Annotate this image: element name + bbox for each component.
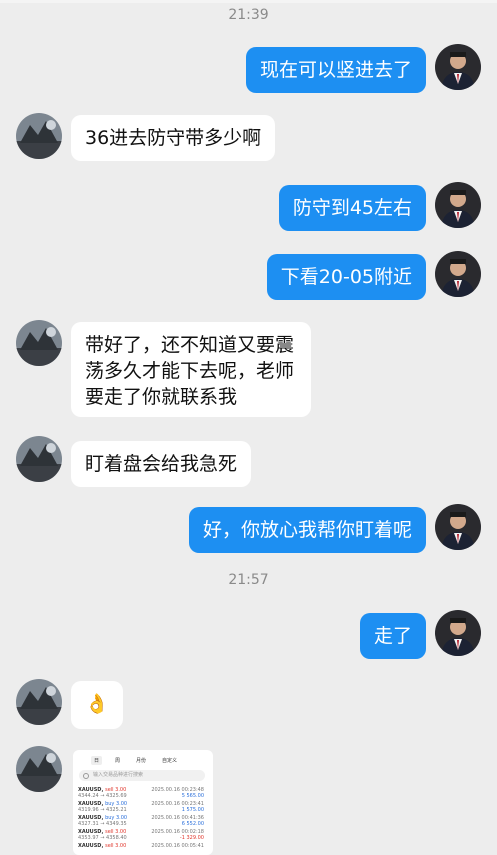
trade-profit: 6 552.00	[181, 821, 204, 827]
trade-row: XAUUSD, sell 3.00 4353.97 → 4358.40 2025…	[78, 829, 208, 843]
trade-date: 2025.00.16 00:05:41	[151, 843, 204, 849]
tab-custom: 自定义	[162, 758, 178, 764]
trade-symbol: XAUUSD,	[78, 843, 104, 849]
contact-avatar[interactable]	[16, 746, 62, 792]
trade-row: XAUUSD, sell 3.00 2025.00.16 00:05:41	[78, 843, 208, 855]
contact-avatar[interactable]	[16, 679, 62, 725]
outgoing-message-bubble[interactable]: 好，你放心我帮你盯着呢	[188, 507, 426, 553]
trade-profit: -1 329.00	[179, 835, 204, 841]
trade-history-screenshot[interactable]: 日 周 月份 自定义 输入交易品种进行搜索 XAUUSD, sell 3.00 …	[73, 750, 213, 855]
incoming-message-bubble[interactable]: 盯着盘会给我急死	[71, 441, 252, 487]
search-bar: 输入交易品种进行搜索	[79, 770, 205, 781]
trade-prices: 4344.24 → 4325.69	[78, 793, 127, 799]
trade-row: XAUUSD, buy 3.00 4319.96 → 4325.21 2025.…	[78, 801, 208, 815]
search-placeholder: 输入交易品种进行搜索	[93, 772, 144, 778]
incoming-message-bubble[interactable]: 带好了，还不知道又要震 荡多久才能下去呢，老师 要走了你就联系我	[71, 322, 311, 417]
my-avatar[interactable]	[435, 44, 481, 90]
trade-action: sell 3.00	[105, 843, 127, 849]
contact-avatar[interactable]	[16, 113, 62, 159]
trade-profit: 1 575.00	[181, 807, 204, 813]
trade-row: XAUUSD, sell 3.00 4344.24 → 4325.69 2025…	[78, 787, 208, 801]
trade-prices: 4327.31 → 4349.35	[78, 821, 127, 827]
contact-avatar[interactable]	[16, 436, 62, 482]
trade-prices: 4353.97 → 4358.40	[78, 835, 127, 841]
outgoing-message-bubble[interactable]: 防守到45左右	[278, 185, 426, 231]
my-avatar[interactable]	[435, 182, 481, 228]
outgoing-message-bubble[interactable]: 现在可以竖进去了	[245, 47, 426, 93]
trade-prices: 4319.96 → 4325.21	[78, 807, 127, 813]
incoming-message-bubble[interactable]: 36进去防守带多少啊	[71, 115, 276, 161]
my-avatar[interactable]	[435, 251, 481, 297]
status-bar-strip	[0, 0, 497, 3]
outgoing-message-bubble[interactable]: 下看20-05附近	[266, 254, 426, 300]
my-avatar[interactable]	[435, 504, 481, 550]
timestamp: 21:39	[228, 7, 269, 23]
search-icon	[83, 773, 89, 779]
period-tabs: 日 周 月份 自定义	[91, 756, 180, 765]
my-avatar[interactable]	[435, 610, 481, 656]
trade-row: XAUUSD, buy 3.00 4327.31 → 4349.35 2025.…	[78, 815, 208, 829]
contact-avatar[interactable]	[16, 320, 62, 366]
outgoing-message-bubble[interactable]: 走了	[359, 613, 426, 659]
tab-day: 日	[91, 756, 103, 765]
timestamp: 21:57	[228, 572, 269, 588]
incoming-emoji-bubble[interactable]: 👌	[71, 681, 123, 729]
trade-profit: 5 565.00	[181, 793, 204, 799]
tab-week: 周	[115, 758, 121, 764]
tab-month: 月份	[136, 758, 147, 764]
